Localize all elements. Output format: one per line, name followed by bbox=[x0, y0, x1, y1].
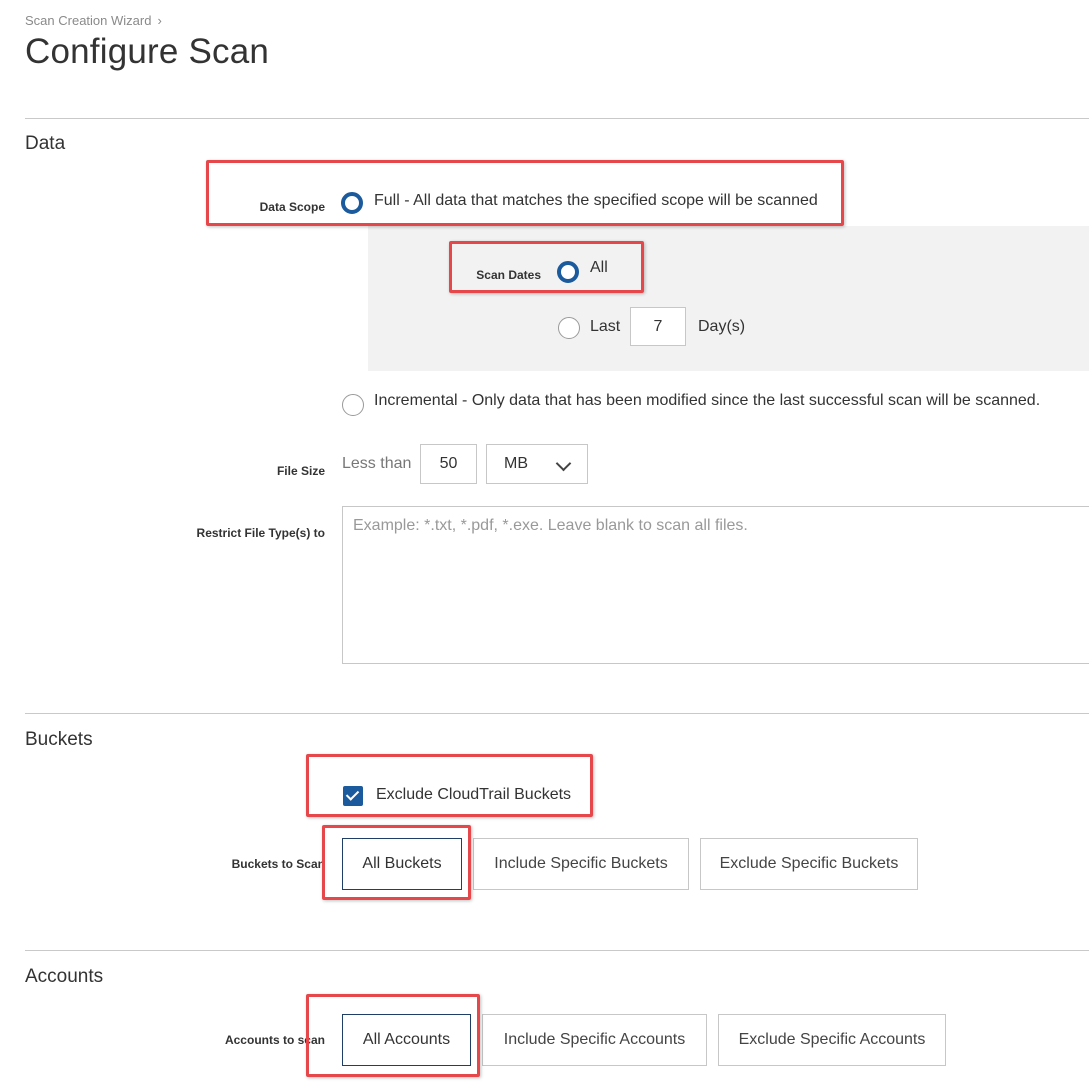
scan-dates-label: Scan Dates bbox=[476, 268, 541, 282]
scan-dates-panel bbox=[368, 226, 1089, 371]
page-title: Configure Scan bbox=[25, 32, 270, 71]
section-divider bbox=[25, 118, 1089, 119]
file-size-unit-value: MB bbox=[504, 455, 528, 472]
buckets-section-title: Buckets bbox=[25, 729, 93, 750]
data-scope-label: Data Scope bbox=[259, 200, 325, 214]
exclude-specific-buckets-button[interactable]: Exclude Specific Buckets bbox=[700, 838, 918, 890]
scan-dates-last-label[interactable]: Last bbox=[590, 318, 620, 336]
include-specific-buckets-button[interactable]: Include Specific Buckets bbox=[473, 838, 689, 890]
file-size-label: File Size bbox=[276, 464, 325, 478]
all-accounts-button[interactable]: All Accounts bbox=[342, 1014, 471, 1066]
chevron-down-icon bbox=[555, 455, 572, 472]
restrict-file-types-label: Restrict File Type(s) to bbox=[196, 526, 325, 540]
accounts-section-title: Accounts bbox=[25, 966, 104, 987]
incremental-scope-radio[interactable] bbox=[342, 394, 364, 416]
exclude-specific-accounts-button[interactable]: Exclude Specific Accounts bbox=[718, 1014, 946, 1066]
chevron-right-icon: › bbox=[157, 13, 162, 28]
full-scope-option-label[interactable]: Full - All data that matches the specifi… bbox=[374, 192, 818, 210]
scan-dates-last-radio[interactable] bbox=[558, 317, 580, 339]
section-divider bbox=[25, 713, 1089, 714]
scan-dates-all-label[interactable]: All bbox=[590, 259, 608, 277]
section-divider bbox=[25, 950, 1089, 951]
file-size-unit-select[interactable]: MB bbox=[486, 444, 588, 484]
restrict-file-types-input[interactable] bbox=[342, 506, 1089, 664]
incremental-option-label[interactable]: Incremental - Only data that has been mo… bbox=[374, 392, 1040, 410]
scan-dates-all-radio[interactable] bbox=[557, 261, 579, 283]
less-than-text: Less than bbox=[342, 455, 412, 472]
breadcrumb-link[interactable]: Scan Creation Wizard bbox=[25, 13, 151, 28]
last-days-input[interactable]: 7 bbox=[630, 307, 686, 346]
buckets-to-scan-label: Buckets to Scan bbox=[231, 857, 325, 871]
include-specific-accounts-button[interactable]: Include Specific Accounts bbox=[482, 1014, 707, 1066]
data-section-title: Data bbox=[25, 133, 66, 154]
all-buckets-button[interactable]: All Buckets bbox=[342, 838, 462, 890]
full-scope-radio[interactable] bbox=[341, 192, 363, 214]
accounts-to-scan-label: Accounts to scan bbox=[224, 1033, 325, 1047]
days-unit-label: Day(s) bbox=[698, 318, 746, 335]
breadcrumb[interactable]: Scan Creation Wizard › bbox=[25, 13, 162, 28]
file-size-input[interactable]: 50 bbox=[420, 444, 477, 484]
exclude-cloudtrail-label[interactable]: Exclude CloudTrail Buckets bbox=[376, 786, 571, 804]
exclude-cloudtrail-checkbox[interactable] bbox=[343, 786, 363, 806]
